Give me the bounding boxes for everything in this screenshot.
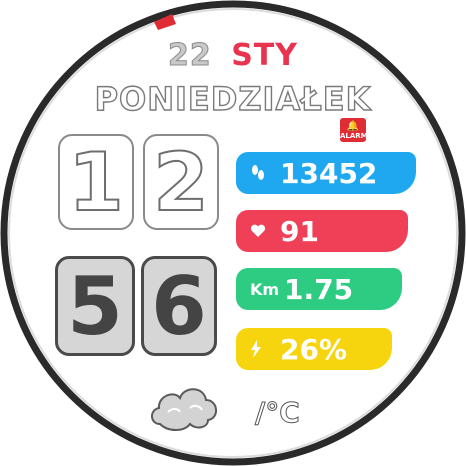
bell-icon: 🔔 <box>346 121 360 132</box>
distance-widget[interactable]: Km 1.75 <box>236 268 402 310</box>
heart-rate-value: 91 <box>280 214 319 248</box>
minute-ones-digit: 6 <box>141 256 217 356</box>
hour-ones-digit: 2 <box>143 134 219 230</box>
date-day: 22 <box>168 38 212 74</box>
date-month: STY <box>231 38 298 73</box>
date-row: 22 STY <box>0 38 466 74</box>
distance-icon: Km <box>250 280 284 299</box>
battery-value: 26% <box>280 332 348 366</box>
steps-value: 13452 <box>280 156 378 190</box>
hour-tens-digit: 1 <box>58 134 134 230</box>
cloud-icon <box>151 388 217 431</box>
distance-unit: Km <box>250 279 280 299</box>
lightning-icon <box>250 340 280 358</box>
temperature-value: /°C <box>255 396 301 430</box>
alarm-badge[interactable]: 🔔 ALARM <box>340 118 368 142</box>
alarm-label: ALARM <box>340 132 368 140</box>
battery-widget[interactable]: 26% <box>236 328 392 370</box>
steps-widget[interactable]: 13452 <box>236 152 416 194</box>
weekday-label: PONIEDZIAŁEK <box>94 79 372 118</box>
footsteps-icon <box>250 164 280 182</box>
minute-tens-digit: 5 <box>55 256 135 356</box>
distance-value: 1.75 <box>284 272 354 306</box>
heart-rate-widget[interactable]: 91 <box>236 210 408 252</box>
heart-icon <box>250 224 280 238</box>
